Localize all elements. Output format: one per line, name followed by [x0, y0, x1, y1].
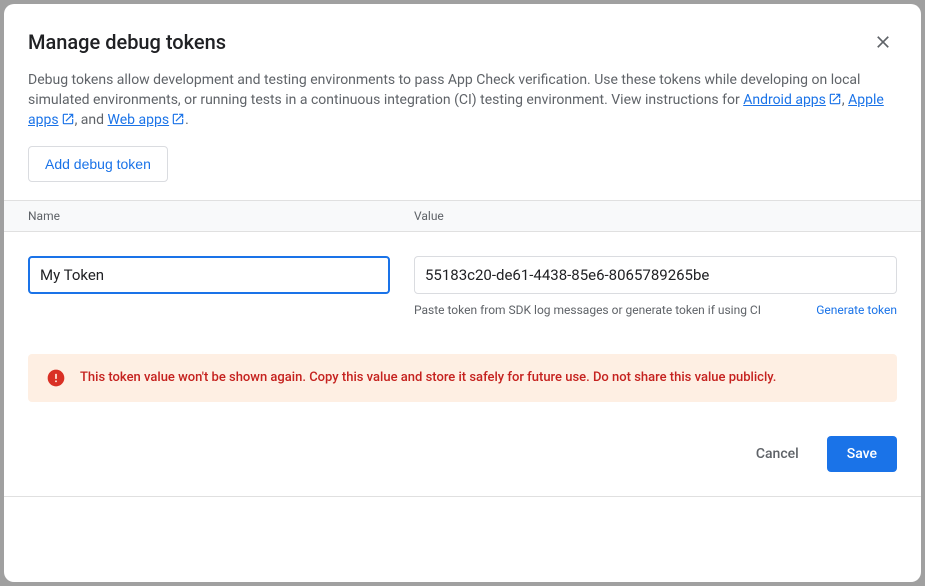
token-form-row: Paste token from SDK log messages or gen…: [4, 232, 921, 318]
value-field: Paste token from SDK log messages or gen…: [414, 256, 897, 318]
token-value-input[interactable]: [414, 256, 897, 294]
cancel-button[interactable]: Cancel: [736, 436, 819, 472]
error-icon: [46, 368, 66, 388]
add-debug-token-button[interactable]: Add debug token: [28, 146, 168, 182]
dialog-title: Manage debug tokens: [28, 28, 226, 56]
column-header-value: Value: [414, 209, 897, 223]
value-helper-text: Paste token from SDK log messages or gen…: [414, 302, 761, 318]
dialog-header: Manage debug tokens Debug tokens allow d…: [4, 4, 921, 130]
token-name-input[interactable]: [28, 256, 390, 294]
warning-banner: This token value won't be shown again. C…: [28, 354, 897, 402]
generate-token-button[interactable]: Generate token: [816, 303, 897, 317]
dialog-description: Debug tokens allow development and testi…: [28, 70, 897, 130]
close-button[interactable]: [869, 28, 897, 56]
close-icon: [873, 32, 893, 52]
column-header-name: Name: [28, 209, 414, 223]
web-apps-link[interactable]: Web apps: [108, 112, 186, 128]
external-link-icon: [828, 92, 842, 106]
external-link-icon: [171, 112, 185, 126]
save-button[interactable]: Save: [827, 436, 897, 472]
android-apps-link[interactable]: Android apps: [743, 92, 842, 108]
warning-text: This token value won't be shown again. C…: [80, 369, 776, 387]
dialog-footer: Cancel Save: [4, 402, 921, 497]
table-header: Name Value: [4, 200, 921, 232]
external-link-icon: [61, 112, 75, 126]
manage-debug-tokens-dialog: Manage debug tokens Debug tokens allow d…: [4, 4, 921, 582]
description-text: Debug tokens allow development and testi…: [28, 72, 860, 108]
name-field: [28, 256, 390, 294]
